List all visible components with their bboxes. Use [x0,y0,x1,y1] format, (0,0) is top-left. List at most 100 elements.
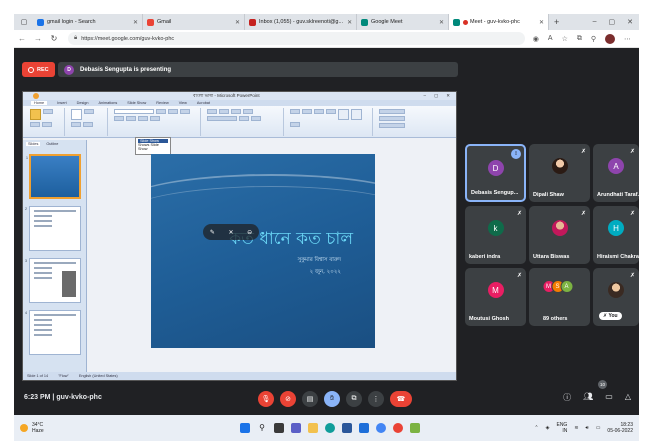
tray-overflow-icon[interactable]: ⌃ [534,425,538,431]
captions-button[interactable]: ▤ [302,391,318,407]
back-arrow-icon[interactable]: ← [14,34,30,43]
url-field[interactable]: 🔒︎ https://meet.google.com/guv-kvko-phc [68,32,525,45]
tab-meet-active[interactable]: Meet - guv-kvko-phc ✕ [449,14,549,30]
participant-tile[interactable]: ✗ M Moutusi Ghosh [465,268,526,326]
people-icon[interactable]: 👥︎ [583,392,593,403]
mail-icon[interactable] [359,423,369,433]
browser-tab-strip: ▢ gmail login - Search ✕ Gmail ✕ Inbox (… [14,14,639,30]
network-icon[interactable]: ◈ [546,425,550,431]
close-icon[interactable]: ✕ [435,19,444,26]
edge-icon[interactable] [325,423,335,433]
participant-name: kaberi indra [469,254,501,260]
collections-icon[interactable]: ⧉ [577,35,582,43]
pin-icon[interactable]: ✎ [210,229,215,236]
task-view-icon[interactable] [274,423,284,433]
main-slide: কত ধানে কত চাল সুকুমার বিশ্বাস বারুদ ২ জ… [151,154,375,348]
new-tab-button[interactable]: + [554,17,559,27]
address-bar: ← → ↻ 🔒︎ https://meet.google.com/guv-kvk… [14,30,639,48]
you-badge: ✗ You [599,312,622,320]
participant-name: Debasis Sengup... [471,190,519,196]
slide-show-tooltip: Slide Show Shows Slide Show [135,137,171,155]
store-icon[interactable] [342,423,352,433]
tab-google-meet[interactable]: Google Meet ✕ [357,14,449,30]
weather-widget[interactable]: 34°C Haze [20,422,44,434]
favorite-star-icon[interactable]: ☆ [562,35,568,43]
reload-icon[interactable]: ↻ [46,34,62,43]
language-status: English (United States) [78,374,118,378]
slide-subtitle: সুকুমার বিশ্বাস বারুদ ২ জুন, ২০২২ [298,254,341,278]
mic-off-icon: ✗ [516,273,522,279]
leave-call-button[interactable]: ☎︎ [390,391,412,407]
others-tile[interactable]: M S A 89 others [529,268,590,326]
chrome-profile-icon[interactable] [393,423,403,433]
meeting-info: 6:23 PM | guv-kvko-phc [24,394,102,401]
mute-presenter-icon[interactable]: ✕ [228,229,233,236]
tab-search[interactable]: gmail login - Search ✕ [33,14,143,30]
file-explorer-icon[interactable] [308,423,318,433]
app-icon[interactable] [410,423,420,433]
presenter-avatar: D [64,64,74,75]
chat-icon[interactable]: ▭ [605,392,613,403]
volume-icon[interactable]: 🔊︎ [586,425,589,431]
ribbon-group-drawing [287,108,373,136]
camera-toggle-button[interactable]: ⊘ [280,391,296,407]
clock[interactable]: 18:23 05-06-2022 [607,422,633,434]
office-button-icon [33,93,39,99]
avatar: A [608,158,624,174]
teams-chat-icon[interactable] [291,423,301,433]
start-icon[interactable] [240,423,250,433]
participant-tile[interactable]: ✗ A Arundhati Taraf... [593,144,643,202]
close-icon[interactable]: ✕ [231,19,240,26]
powerpoint-title: বাংলা ভাষা - Microsoft PowerPoint [193,92,260,98]
mic-off-icon: ✗ [580,149,586,155]
chrome-icon[interactable] [376,423,386,433]
weather-desc: Haze [32,428,44,434]
participant-name: Dipali Shaw [533,192,564,198]
battery-icon[interactable]: ▭ [596,425,601,431]
slides-pane: Slides Outline 1 2 3 4 [23,140,87,373]
slides-tab: Slides [26,141,41,146]
camera-indicator-icon[interactable]: ◉ [533,35,539,43]
wifi-icon[interactable]: ≋ [574,425,578,431]
mic-toggle-button[interactable]: 🎙︎ [258,391,274,407]
language-indicator[interactable]: ENG IN [556,422,567,434]
call-controls: 🎙︎ ⊘ ▤ ✋︎ ⧉ ⋮ ☎︎ [258,391,412,407]
others-count: 89 others [543,316,568,322]
close-icon[interactable]: ✕ [129,19,138,26]
participant-tile[interactable]: ✗ Uttara Biswas [529,206,590,264]
more-options-icon[interactable]: ⊖ [247,229,252,236]
extensions-icon[interactable]: ⚲ [591,35,596,43]
search-icon[interactable]: ⚲ [257,423,267,433]
activities-icon[interactable]: △ [625,392,631,403]
profile-avatar[interactable] [605,33,615,44]
theme-name: "Flow" [58,374,69,378]
raise-hand-button[interactable]: ✋︎ [324,391,340,407]
avatar [608,282,624,298]
participant-tile[interactable]: ✗ Dipali Shaw [529,144,590,202]
close-icon[interactable]: ✕ [535,19,544,26]
maximize-button[interactable]: ▢ [609,18,616,26]
participant-tile[interactable]: ⁞⁞ D Debasis Sengup... [465,144,526,202]
participant-name: Arundhati Taraf... [597,192,643,198]
tab-inbox[interactable]: Inbox (1,055) - guv.sklreenoti@g... ✕ [245,14,357,30]
close-icon[interactable]: ✕ [343,19,352,26]
close-window-button[interactable]: ✕ [627,18,633,26]
mic-off-icon: ✗ [516,211,522,217]
participant-count-badge: 10 [598,380,607,389]
you-label: You [608,313,618,319]
minimize-button[interactable]: – [593,18,597,26]
more-menu-icon[interactable]: ⋯ [624,35,631,43]
self-tile[interactable]: ✗ ✗ You [593,268,639,326]
meeting-details-icon[interactable]: ⓘ [563,392,571,403]
tab-gmail[interactable]: Gmail ✕ [143,14,245,30]
read-aloud-icon[interactable]: A [548,35,553,42]
present-screen-button[interactable]: ⧉ [346,391,362,407]
window-menu-icon[interactable]: ▢ [18,16,30,28]
ribbon-group-clipboard [27,108,65,136]
recording-badge[interactable]: REC [22,62,55,77]
more-options-button[interactable]: ⋮ [368,391,384,407]
slide-thumbnail-2: 2 [25,206,81,251]
forward-arrow-icon[interactable]: → [30,34,46,43]
participant-tile[interactable]: ✗ H Hiraismi Chakra... [593,206,643,264]
participant-tile[interactable]: ✗ k kaberi indra [465,206,526,264]
